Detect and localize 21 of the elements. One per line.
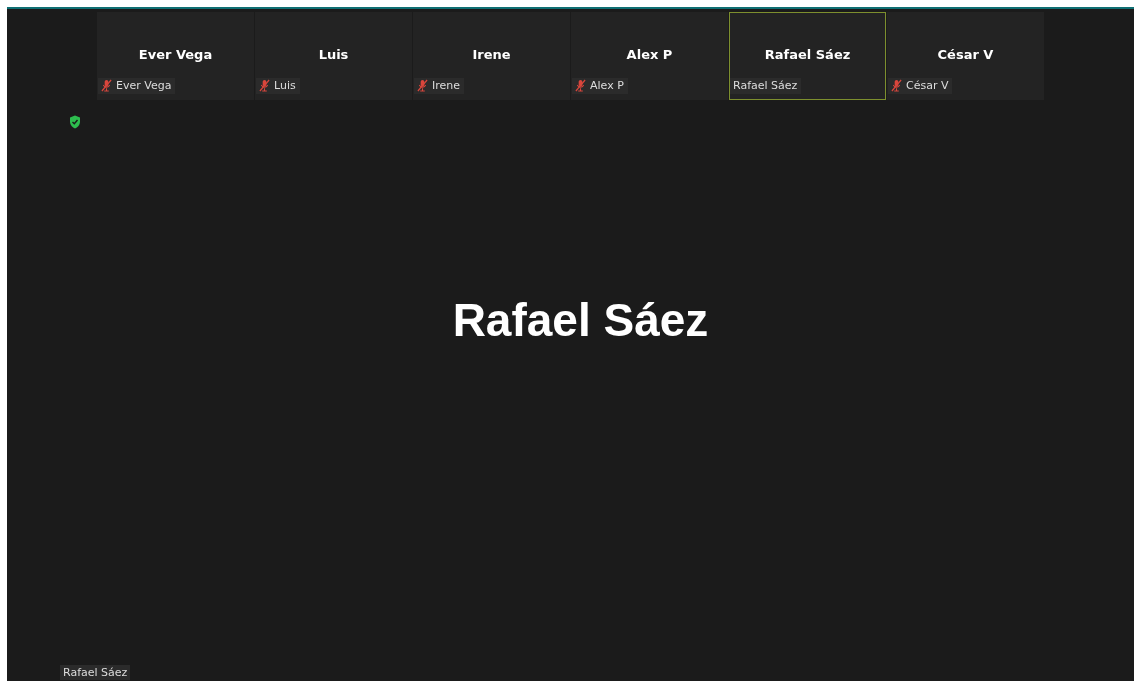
participant-tile[interactable]: Irene Irene [413,12,570,100]
participant-tile[interactable]: Luis Luis [255,12,412,100]
name-label: Rafael Sáez [60,665,131,680]
participant-name: Alex P [626,47,673,62]
participant-name: Irene [472,47,511,62]
participant-name: Ever Vega [138,47,213,62]
participant-tile[interactable]: César V César V [887,12,1044,100]
label-text: Alex P [590,79,624,92]
label-text: Rafael Sáez [733,79,798,92]
label-text: Ever Vega [116,79,172,92]
label-text: César V [906,79,949,92]
participant-name: César V [937,47,994,62]
participant-tile[interactable]: Ever Vega Ever Vega [97,12,254,100]
participant-tile[interactable]: Rafael Sáez Rafael Sáez [729,12,886,100]
shield-icon [69,115,81,129]
participant-tile[interactable]: Alex P Alex P [571,12,728,100]
label-text: Luis [274,79,296,92]
participant-name: Luis [318,47,349,62]
label-text: Irene [432,79,461,92]
participant-name: Rafael Sáez [764,47,851,62]
speaker-name: Rafael Sáez [452,293,709,347]
